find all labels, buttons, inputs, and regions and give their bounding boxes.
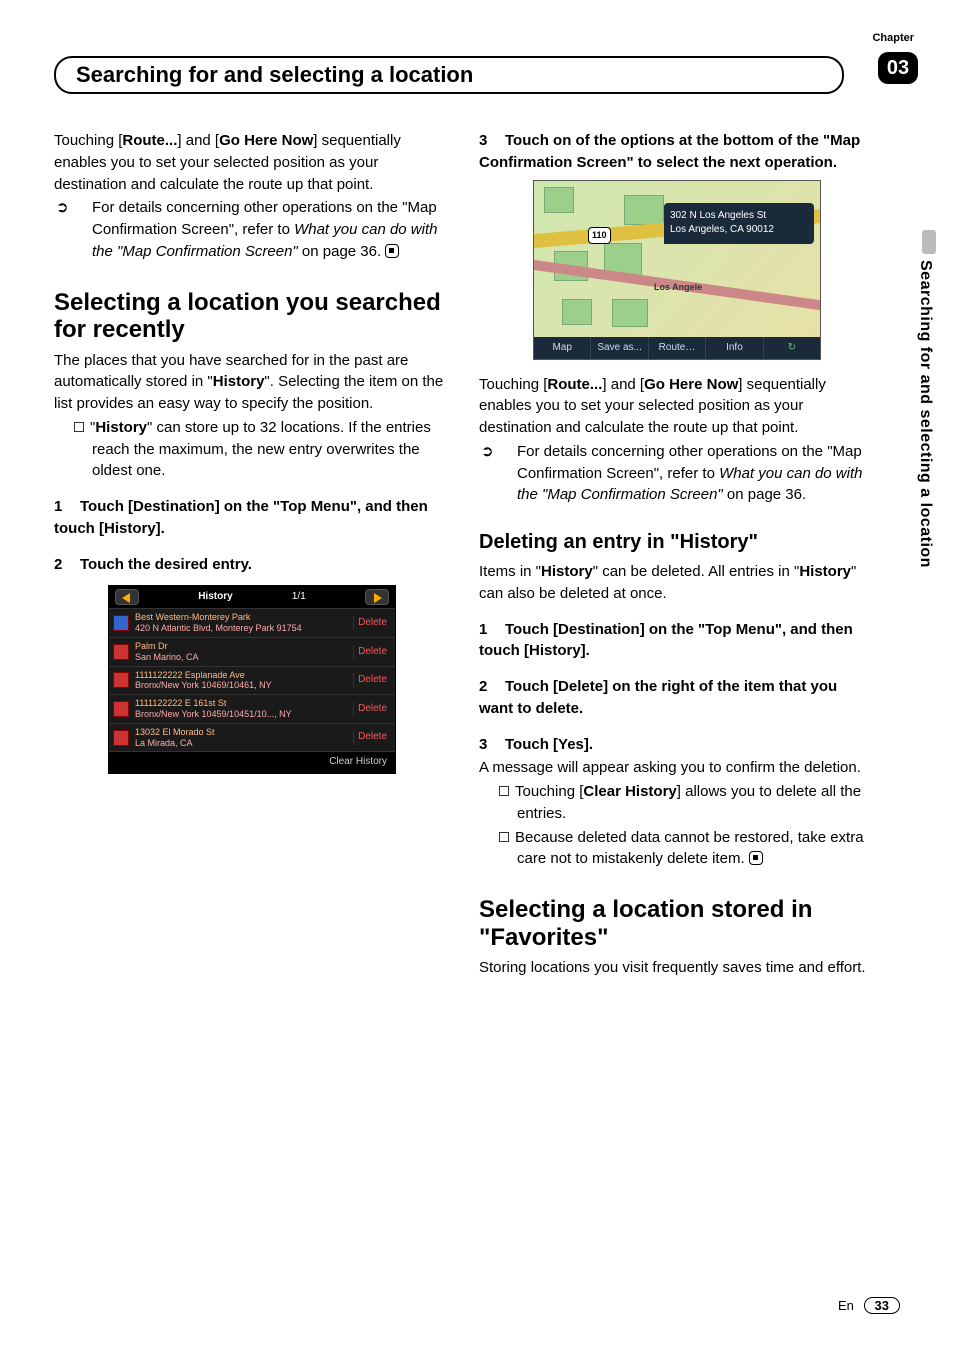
page-number: 33 — [864, 1297, 900, 1314]
map-block — [562, 299, 592, 325]
xref-bullet: ➲For details concerning other operations… — [54, 197, 449, 262]
ss-title: History — [198, 590, 232, 605]
flag-icon — [113, 701, 129, 717]
map-btn-route[interactable]: Route… — [649, 337, 706, 359]
note-box-icon — [499, 786, 509, 796]
deleting-description: Items in "History" can be deleted. All e… — [479, 561, 874, 605]
history-row[interactable]: Palm DrSan Marino, CADelete — [109, 637, 395, 666]
map-btn-map[interactable]: Map — [534, 337, 591, 359]
history-note: "History" can store up to 32 locations. … — [54, 417, 449, 482]
arrow-icon: ➲ — [499, 441, 517, 463]
history-row[interactable]: Best Western-Monterey Park420 N Atlantic… — [109, 608, 395, 637]
map-block — [624, 195, 664, 225]
delete-button[interactable]: Delete — [353, 702, 391, 717]
history-row-text: 13032 El Morado StLa Mirada, CA — [135, 727, 353, 749]
side-tab-marker — [922, 230, 936, 254]
side-tab: Searching for and selecting a location — [916, 230, 942, 870]
delete-step-2: 2Touch [Delete] on the right of the item… — [479, 676, 874, 720]
clear-history-note: Touching [Clear History] allows you to d… — [479, 781, 874, 825]
page-footer: En 33 — [838, 1297, 900, 1314]
back-button[interactable] — [115, 589, 139, 605]
map-btn-saveas[interactable]: Save as... — [591, 337, 648, 359]
map-confirmation-screenshot: 110 Los Angele 302 N Los Angeles St Los … — [533, 180, 821, 360]
history-row-text: 1111122222 Esplanade AveBronx/New York 1… — [135, 670, 353, 692]
delete-button[interactable]: Delete — [353, 645, 391, 660]
map-block — [612, 299, 648, 327]
flag-icon — [113, 644, 129, 660]
subsection-deleting: Deleting an entry in "History" — [479, 528, 874, 557]
history-row-text: 1111122222 E 161st StBronx/New York 1045… — [135, 698, 353, 720]
delete-step-1: 1Touch [Destination] on the "Top Menu", … — [479, 619, 874, 663]
section-heading-history: Selecting a location you searched for re… — [54, 289, 449, 344]
delete-confirm-text: A message will appear asking you to conf… — [479, 757, 874, 779]
hotel-icon — [113, 615, 129, 631]
footer-lang: En — [838, 1298, 854, 1313]
map-bottom-bar: Map Save as... Route… Info ↻ — [534, 337, 820, 359]
delete-step-3: 3Touch [Yes]. — [479, 734, 874, 756]
favorites-description: Storing locations you visit frequently s… — [479, 957, 874, 979]
history-screenshot: History 1/1 Best Western-Monterey Park42… — [108, 585, 396, 773]
history-description: The places that you have searched for in… — [54, 350, 449, 415]
history-row[interactable]: 1111122222 Esplanade AveBronx/New York 1… — [109, 666, 395, 695]
history-row-text: Palm DrSan Marino, CA — [135, 641, 353, 663]
map-btn-refresh[interactable]: ↻ — [764, 337, 820, 359]
stop-icon — [385, 244, 399, 258]
side-tab-text: Searching for and selecting a location — [916, 260, 934, 568]
left-column: Touching [Route...] and [Go Here Now] se… — [54, 130, 449, 981]
chapter-label: Chapter — [872, 32, 914, 44]
ss-page: 1/1 — [292, 590, 306, 605]
section-heading-favorites: Selecting a location stored in "Favorite… — [479, 896, 874, 951]
city-label: Los Angele — [654, 281, 702, 294]
map-block — [544, 187, 574, 213]
delete-caution-note: Because deleted data cannot be restored,… — [479, 827, 874, 871]
step-2: 2Touch the desired entry. — [54, 554, 449, 576]
clear-history-button[interactable]: Clear History — [109, 751, 395, 773]
flag-icon — [113, 730, 129, 746]
stop-icon — [749, 851, 763, 865]
address-bubble: 302 N Los Angeles St Los Angeles, CA 900… — [664, 203, 814, 244]
note-box-icon — [74, 422, 84, 432]
page-title: Searching for and selecting a location — [76, 62, 822, 88]
step-1: 1Touch [Destination] on the "Top Menu", … — [54, 496, 449, 540]
history-row[interactable]: 13032 El Morado StLa Mirada, CADelete — [109, 723, 395, 752]
right-column: 3Touch on of the options at the bottom o… — [479, 130, 874, 981]
map-btn-info[interactable]: Info — [706, 337, 763, 359]
step-3: 3Touch on of the options at the bottom o… — [479, 130, 874, 174]
note-box-icon — [499, 832, 509, 842]
delete-button[interactable]: Delete — [353, 616, 391, 631]
xref-bullet-right: ➲For details concerning other operations… — [479, 441, 874, 506]
header-bar: Searching for and selecting a location — [54, 56, 844, 94]
history-row-text: Best Western-Monterey Park420 N Atlantic… — [135, 612, 353, 634]
delete-button[interactable]: Delete — [353, 673, 391, 688]
intro-paragraph: Touching [Route...] and [Go Here Now] se… — [54, 130, 449, 195]
arrow-icon: ➲ — [74, 197, 92, 219]
forward-button[interactable] — [365, 589, 389, 605]
chapter-number: 03 — [878, 52, 918, 84]
delete-button[interactable]: Delete — [353, 730, 391, 745]
history-row[interactable]: 1111122222 E 161st StBronx/New York 1045… — [109, 694, 395, 723]
flag-icon — [113, 672, 129, 688]
route-shield: 110 — [588, 227, 611, 244]
intro-paragraph-right: Touching [Route...] and [Go Here Now] se… — [479, 374, 874, 439]
